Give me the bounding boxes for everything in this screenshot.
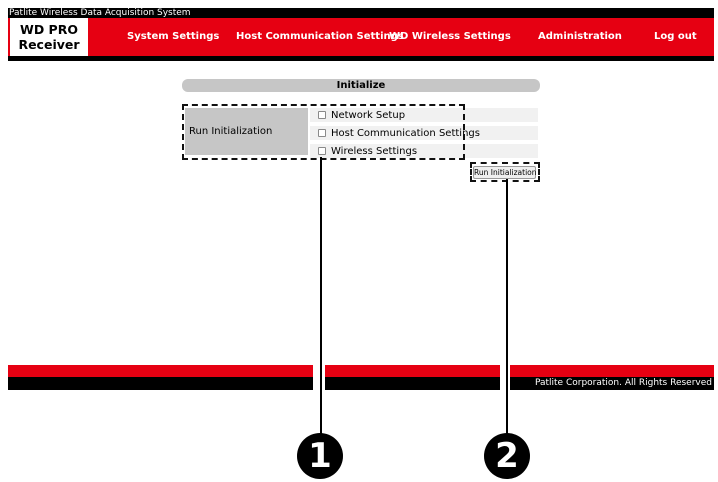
nav-divider xyxy=(8,56,714,61)
footer-red-bar-right xyxy=(510,365,714,377)
option-network-setup[interactable]: Network Setup xyxy=(318,108,405,122)
footer-black-bar-left xyxy=(8,377,313,390)
network-setup-label: Network Setup xyxy=(331,109,406,121)
callout-2: 2 xyxy=(484,433,530,479)
brand-line-1: WD PRO xyxy=(20,22,78,37)
run-initialization-button[interactable]: Run Initialization xyxy=(473,166,537,179)
app-window: Patlite Wireless Data Acquisition System… xyxy=(8,8,714,390)
callout-2-leader xyxy=(506,179,508,436)
nav-administration[interactable]: Administration xyxy=(538,18,622,56)
option-wireless-settings[interactable]: Wireless Settings xyxy=(318,144,417,158)
wireless-settings-checkbox[interactable] xyxy=(318,147,326,155)
callout-1: 1 xyxy=(297,433,343,479)
top-navigation: WD PRO Receiver System Settings Host Com… xyxy=(8,18,714,56)
brand-logo: WD PRO Receiver xyxy=(10,18,88,56)
brand-line-2: Receiver xyxy=(18,37,80,52)
window-title: Patlite Wireless Data Acquisition System xyxy=(8,8,714,18)
callout-1-leader xyxy=(320,157,322,435)
option-row-host-communication: Host Communication Settings xyxy=(310,126,538,140)
nav-wd-wireless-settings[interactable]: WD Wireless Settings xyxy=(389,18,511,56)
wireless-settings-label: Wireless Settings xyxy=(331,145,418,157)
run-initialization-label: Run Initialization xyxy=(185,108,308,155)
option-row-wireless-settings: Wireless Settings xyxy=(310,144,538,158)
nav-system-settings[interactable]: System Settings xyxy=(127,18,219,56)
host-communication-checkbox[interactable] xyxy=(318,129,326,137)
section-title: Initialize xyxy=(182,79,540,92)
nav-host-communication-settings[interactable]: Host Communication Settings xyxy=(236,18,404,56)
footer-red-bar-left xyxy=(8,365,313,377)
footer-copyright: Patlite Corporation. All Rights Reserved xyxy=(534,378,712,388)
footer-red-bar-middle xyxy=(325,365,500,377)
host-communication-label: Host Communication Settings xyxy=(331,127,480,139)
footer-black-bar-middle xyxy=(325,377,500,390)
network-setup-checkbox[interactable] xyxy=(318,111,326,119)
nav-log-out[interactable]: Log out xyxy=(654,18,697,56)
option-host-communication-settings[interactable]: Host Communication Settings xyxy=(318,126,480,140)
option-row-network-setup: Network Setup xyxy=(310,108,538,122)
